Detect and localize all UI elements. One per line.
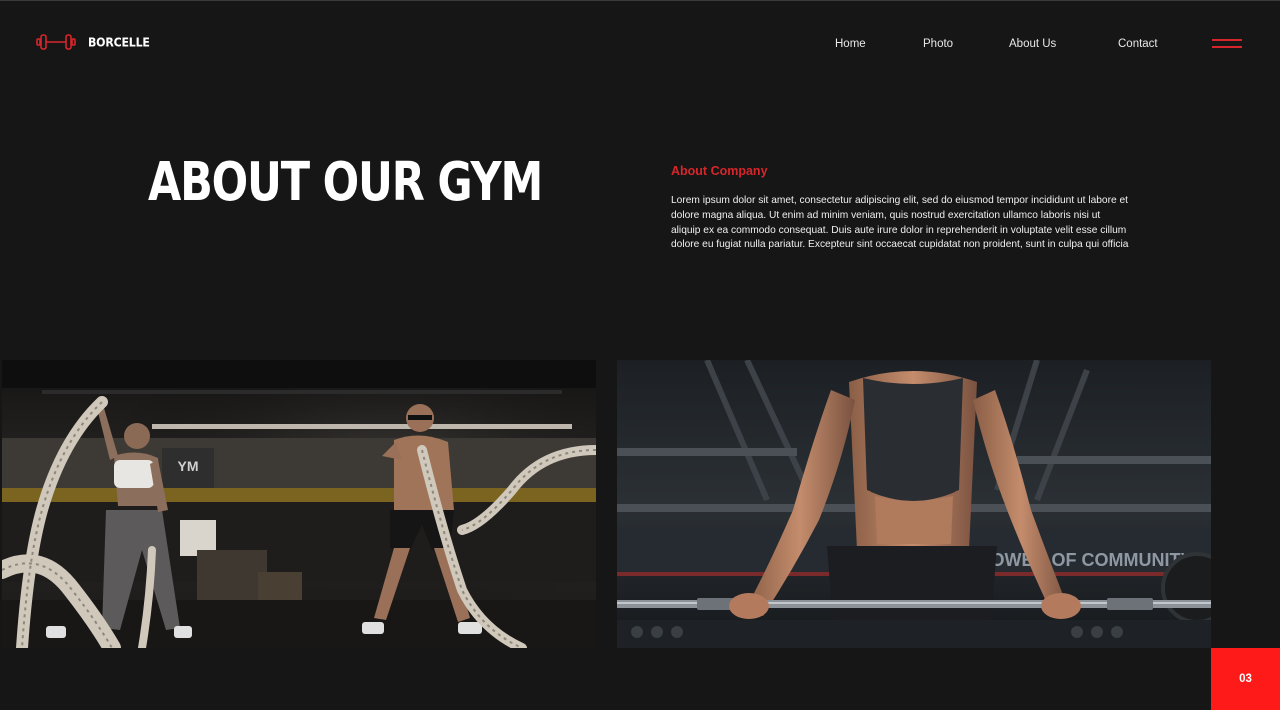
gym-wall-sign: YM xyxy=(178,458,199,474)
page-number-badge: 03 xyxy=(1211,648,1280,710)
section-label: About Company xyxy=(671,164,768,178)
brand-name[interactable]: BORCELLE xyxy=(88,35,150,50)
hamburger-menu-icon[interactable] xyxy=(1212,39,1242,51)
dumbbell-icon xyxy=(36,34,76,50)
nav-photo[interactable]: Photo xyxy=(923,38,953,50)
battle-ropes-photo: YM xyxy=(2,360,596,648)
page-title: ABOUT OUR GYM xyxy=(148,151,543,214)
about-body-text: Lorem ipsum dolor sit amet, consectetur … xyxy=(671,195,1129,251)
page-number: 03 xyxy=(1239,673,1252,685)
menu-bar-top xyxy=(1212,39,1242,41)
nav-home[interactable]: Home xyxy=(835,38,866,50)
nav-contact[interactable]: Contact xyxy=(1118,38,1158,50)
barbell-athlete-photo: THE POWER OF COMMUNITY xyxy=(617,360,1211,648)
nav-about-us[interactable]: About Us xyxy=(1009,38,1056,50)
top-border xyxy=(0,0,1280,1)
menu-bar-bottom xyxy=(1212,46,1242,48)
